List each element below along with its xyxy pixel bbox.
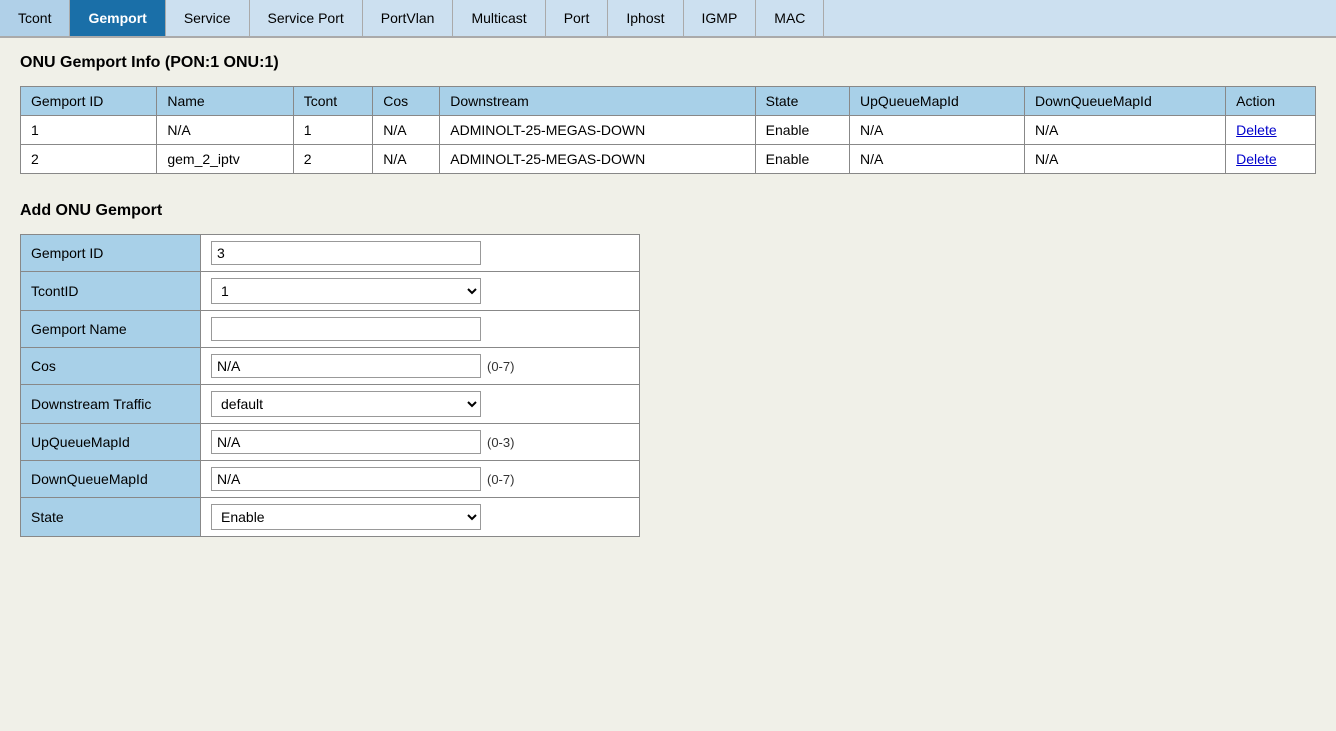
tab-serviceport[interactable]: Service Port xyxy=(250,0,363,36)
downqueue-row: DownQueueMapId (0-7) xyxy=(21,461,640,498)
tab-mac[interactable]: MAC xyxy=(756,0,824,36)
state-select[interactable]: EnableDisable xyxy=(211,504,481,530)
tab-portvlan[interactable]: PortVlan xyxy=(363,0,454,36)
col-state: State xyxy=(755,87,849,116)
cos-label: Cos xyxy=(21,348,201,385)
main-content: ONU Gemport Info (PON:1 ONU:1) Gemport I… xyxy=(0,38,1336,553)
col-cos: Cos xyxy=(373,87,440,116)
cos-input[interactable] xyxy=(211,354,481,378)
col-upqueuemapid: UpQueueMapId xyxy=(850,87,1025,116)
info-title: ONU Gemport Info (PON:1 ONU:1) xyxy=(20,54,1316,72)
tab-multicast[interactable]: Multicast xyxy=(453,0,545,36)
tcont-id-row: TcontID 12 xyxy=(21,272,640,311)
add-gemport-form: Gemport ID TcontID 12 Gemport Name Cos xyxy=(20,234,640,537)
gemport-id-row: Gemport ID xyxy=(21,235,640,272)
state-row: State EnableDisable xyxy=(21,498,640,537)
table-row: 2gem_2_iptv2N/AADMINOLT-25-MEGAS-DOWNEna… xyxy=(21,145,1316,174)
upqueue-row: UpQueueMapId (0-3) xyxy=(21,424,640,461)
tab-tcont[interactable]: Tcont xyxy=(0,0,70,36)
delete-link[interactable]: Delete xyxy=(1236,151,1276,167)
col-gemport-id: Gemport ID xyxy=(21,87,157,116)
gemport-id-label: Gemport ID xyxy=(21,235,201,272)
col-downstream: Downstream xyxy=(440,87,755,116)
col-downqueuemapid: DownQueueMapId xyxy=(1025,87,1226,116)
tcont-id-select[interactable]: 12 xyxy=(211,278,481,304)
cos-hint: (0-7) xyxy=(487,359,514,374)
col-tcont: Tcont xyxy=(293,87,373,116)
col-name: Name xyxy=(157,87,293,116)
tab-port[interactable]: Port xyxy=(546,0,609,36)
downqueue-label: DownQueueMapId xyxy=(21,461,201,498)
tcont-id-label: TcontID xyxy=(21,272,201,311)
downqueue-input[interactable] xyxy=(211,467,481,491)
table-row: 1N/A1N/AADMINOLT-25-MEGAS-DOWNEnableN/AN… xyxy=(21,116,1316,145)
form-title: Add ONU Gemport xyxy=(20,202,1316,220)
gemport-name-row: Gemport Name xyxy=(21,311,640,348)
gemport-table: Gemport IDNameTcontCosDownstreamStateUpQ… xyxy=(20,86,1316,174)
cos-row: Cos (0-7) xyxy=(21,348,640,385)
tab-igmp[interactable]: IGMP xyxy=(684,0,757,36)
state-label: State xyxy=(21,498,201,537)
delete-link[interactable]: Delete xyxy=(1236,122,1276,138)
downqueue-hint: (0-7) xyxy=(487,472,514,487)
downstream-label: Downstream Traffic xyxy=(21,385,201,424)
downstream-row: Downstream Traffic default xyxy=(21,385,640,424)
gemport-name-input[interactable] xyxy=(211,317,481,341)
upqueue-label: UpQueueMapId xyxy=(21,424,201,461)
gemport-id-input[interactable] xyxy=(211,241,481,265)
downstream-select[interactable]: default xyxy=(211,391,481,417)
tab-iphost[interactable]: Iphost xyxy=(608,0,683,36)
tab-gemport[interactable]: Gemport xyxy=(70,0,165,36)
tab-service[interactable]: Service xyxy=(166,0,250,36)
upqueue-hint: (0-3) xyxy=(487,435,514,450)
upqueue-input[interactable] xyxy=(211,430,481,454)
col-action: Action xyxy=(1226,87,1316,116)
tab-bar: TcontGemportServiceService PortPortVlanM… xyxy=(0,0,1336,38)
gemport-name-label: Gemport Name xyxy=(21,311,201,348)
